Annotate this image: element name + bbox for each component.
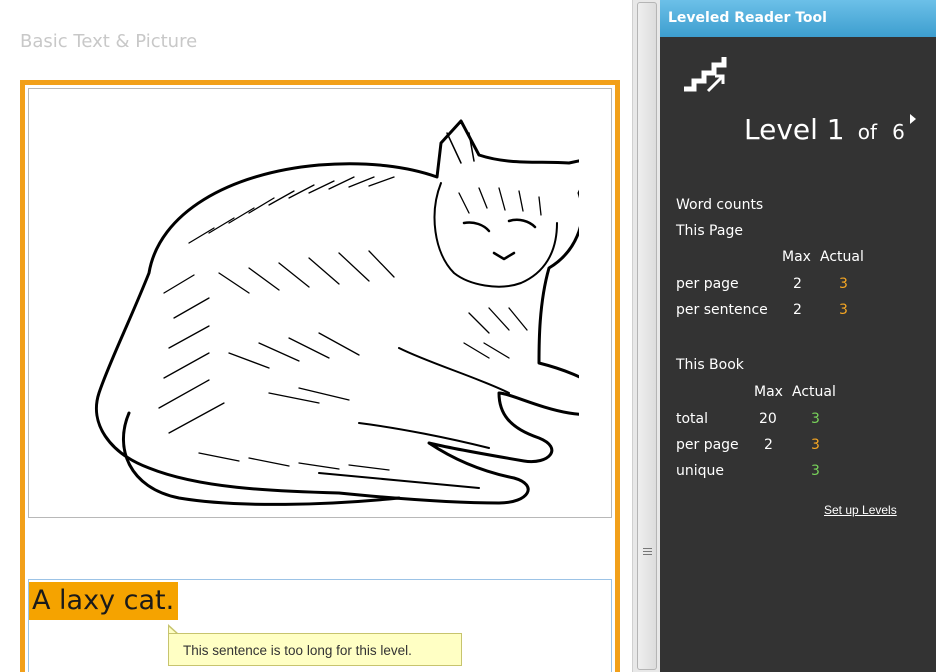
level-of-label: of: [857, 120, 877, 144]
this-page-row-actual: 3: [839, 276, 848, 292]
this-page-actual-header: Actual: [820, 249, 864, 265]
level-indicator: Level 1 of 6: [744, 113, 905, 146]
vertical-scrollbar[interactable]: [632, 0, 660, 672]
too-long-tooltip: This sentence is too long for this level…: [168, 633, 462, 666]
this-book-row-max: 2: [764, 437, 773, 453]
level-label: Level 1: [744, 113, 845, 146]
set-up-levels-link[interactable]: Set up Levels: [824, 503, 897, 517]
this-book-row-actual: 3: [811, 437, 820, 453]
this-page-row-max: 2: [793, 302, 802, 318]
this-page-row-label: per sentence: [676, 302, 768, 318]
this-book-row-label: total: [676, 411, 709, 427]
picture-box[interactable]: [28, 88, 612, 518]
stairs-level-icon: [684, 57, 727, 93]
this-page-heading: This Page: [676, 223, 743, 239]
level-total: 6: [892, 120, 905, 144]
this-page-max-header: Max: [782, 249, 811, 265]
this-book-row-actual: 3: [811, 411, 820, 427]
this-book-row-actual: 3: [811, 463, 820, 479]
this-book-max-header: Max: [754, 384, 783, 400]
this-book-heading: This Book: [676, 357, 744, 373]
page-title: Basic Text & Picture: [20, 31, 198, 52]
leveled-reader-panel: Leveled Reader Tool Level 1 of 6 Word co…: [660, 0, 936, 672]
scrollbar-thumb[interactable]: [637, 2, 657, 670]
panel-title: Leveled Reader Tool: [668, 10, 827, 26]
this-page-row-actual: 3: [839, 302, 848, 318]
this-page-row-label: per page: [676, 276, 739, 292]
next-level-arrow-icon[interactable]: [910, 114, 916, 124]
cat-illustration: [94, 119, 579, 506]
this-book-row-max: 20: [759, 411, 777, 427]
scrollbar-grip-icon: [643, 548, 652, 558]
word-counts-heading: Word counts: [676, 197, 764, 213]
book-page-area: Basic Text & Picture A laxy cat. This se…: [0, 0, 632, 672]
this-book-row-label: per page: [676, 437, 739, 453]
this-book-actual-header: Actual: [792, 384, 836, 400]
this-page-row-max: 2: [793, 276, 802, 292]
sentence-text[interactable]: A laxy cat.: [29, 582, 179, 620]
page-frame: A laxy cat.: [20, 80, 620, 672]
panel-header: Leveled Reader Tool: [660, 0, 936, 37]
this-book-row-label: unique: [676, 463, 725, 479]
